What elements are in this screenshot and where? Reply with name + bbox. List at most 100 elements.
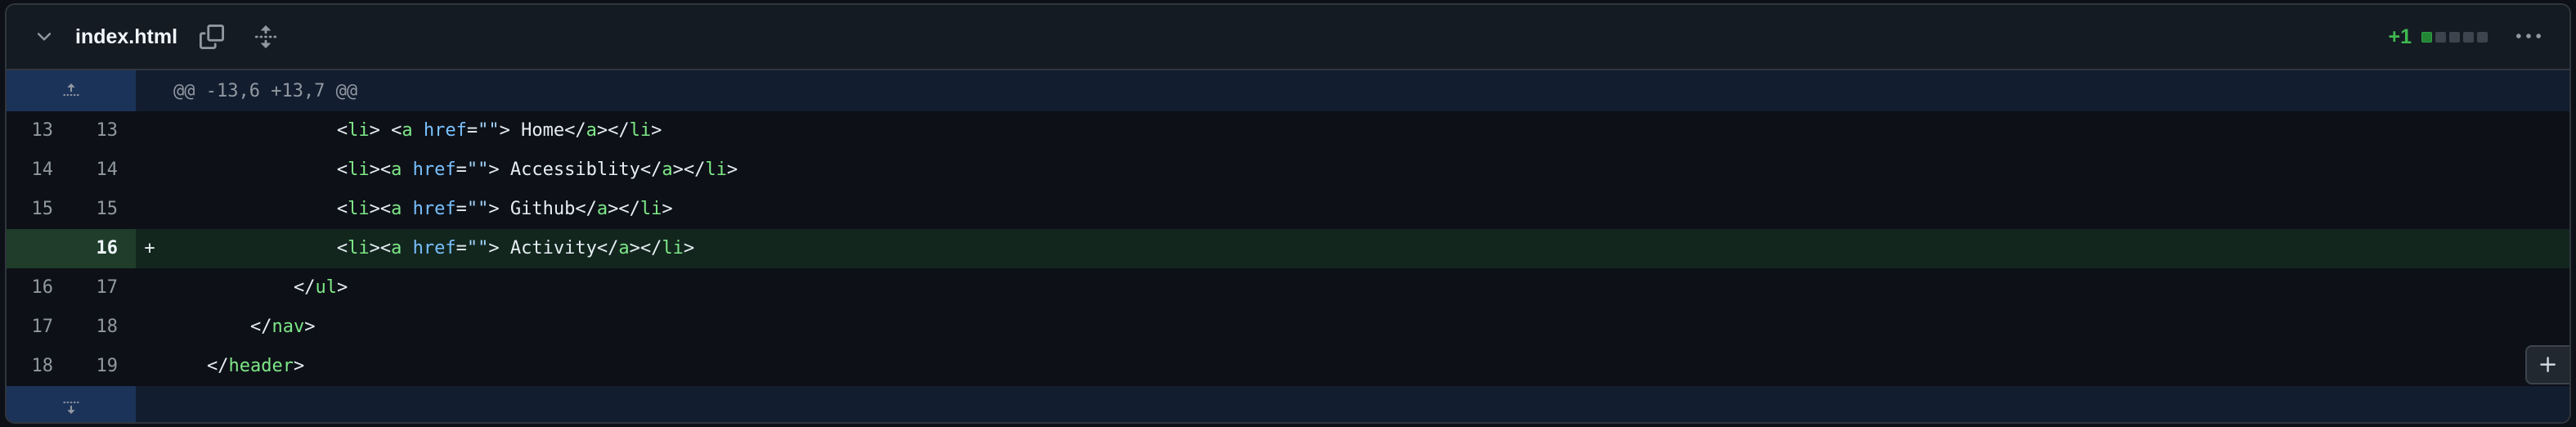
code-line: <li><a href=""> Activity</a></li> [164,229,694,268]
code-token: > Github</ [488,199,597,219]
file-name[interactable]: index.html [75,25,177,49]
fold-down-icon[interactable] [7,386,136,422]
new-line-number[interactable]: 13 [71,111,136,151]
diff-marker [136,151,164,190]
code-token: </ [293,277,316,298]
diffstat-block [2435,31,2446,43]
code-token: li [640,199,662,219]
code-token: li [348,160,370,180]
code-token: > [336,277,348,298]
code-token: a [402,120,413,141]
code-token: ></ [608,199,640,219]
diff-line: 18 19 </header> [7,347,2569,386]
old-line-number[interactable]: 17 [7,308,71,347]
diff-marker: + [136,229,164,268]
code-token: > [293,356,305,376]
code-token: > Activity</ [488,238,619,258]
code-token: a [596,199,608,219]
code-token: = [456,199,467,219]
hunk-footer-row [7,386,2569,422]
code-token: header [228,356,294,376]
diffstat-block [2421,31,2432,43]
unfold-icon[interactable] [245,16,287,58]
code-token: li [348,120,370,141]
code-token: = [456,160,467,180]
code-token: a [391,238,402,258]
old-line-number[interactable]: 13 [7,111,71,151]
new-line-number[interactable]: 19 [71,347,136,386]
diff-marker [136,268,164,308]
code-token: li [348,199,370,219]
old-line-number[interactable]: 16 [7,268,71,308]
diffstat: +1 [2388,25,2488,49]
code-token: >< [369,199,392,219]
fold-up-icon[interactable] [7,70,136,111]
copy-icon[interactable] [191,16,233,58]
diff-file: index.html +1 @@ -13,6 +13,7 @@ 13 13 <l… [5,3,2571,424]
code-token: li [629,120,652,141]
code-token: a [391,160,402,180]
plus-icon[interactable] [2525,345,2569,384]
diff-table: @@ -13,6 +13,7 @@ 13 13 <li> <a href=""> … [7,70,2569,422]
diff-line: 14 14 <li><a href=""> Accessiblity</a></l… [7,151,2569,190]
new-line-number[interactable]: 18 [71,308,136,347]
code-line: <li> <a href=""> Home</a></li> [164,111,662,151]
code-token: </ [206,356,229,376]
code-line: <li><a href=""> Github</a></li> [164,190,673,229]
code-line: </header> [164,347,304,386]
code-token: li [662,238,684,258]
code-token: > [651,120,662,141]
code-token: </ [249,317,272,337]
code-token: "" [466,199,489,219]
new-line-number[interactable]: 15 [71,190,136,229]
code-token: = [456,238,467,258]
diff-marker [136,190,164,229]
code-token: < [336,238,348,258]
code-token: a [662,160,673,180]
file-header: index.html +1 [7,5,2569,70]
diff-line: 17 18 </nav> [7,308,2569,347]
code-token: href [412,238,456,258]
old-line-number[interactable] [7,229,71,268]
diff-marker [136,111,164,151]
code-token: > Home</ [499,120,586,141]
code-token: li [348,238,370,258]
code-token: li [705,160,727,180]
code-token: < [336,160,348,180]
chevron-down-icon[interactable] [21,14,67,60]
code-token: "" [466,160,489,180]
code-token: a [586,120,597,141]
old-line-number[interactable]: 14 [7,151,71,190]
diffstat-block [2477,31,2488,43]
old-line-number[interactable]: 15 [7,190,71,229]
code-token: ul [315,277,337,298]
kebab-horizontal-icon[interactable] [2506,14,2551,60]
diffstat-additions: +1 [2388,25,2412,48]
code-token: = [466,120,478,141]
old-line-number[interactable]: 18 [7,347,71,386]
code-token: ></ [672,160,706,180]
diff-lines: 13 13 <li> <a href=""> Home</a></li> 14 14 … [7,111,2569,386]
code-token: < [336,199,348,219]
code-token: > [662,199,673,219]
code-token: > [304,317,316,337]
code-token: nav [272,317,305,337]
new-line-number[interactable]: 16 [71,229,136,268]
code-line: <li><a href=""> Accessiblity</a></li> [164,151,738,190]
new-line-number[interactable]: 14 [71,151,136,190]
hunk-header: @@ -13,6 +13,7 @@ [173,80,358,101]
code-token: > < [369,120,402,141]
new-line-number[interactable]: 17 [71,268,136,308]
code-token: "" [478,120,500,141]
code-token: > [726,160,738,180]
diff-line: 16 17 </ul> [7,268,2569,308]
code-token: a [391,199,402,219]
diff-line: 15 15 <li><a href=""> Github</a></li> [7,190,2569,229]
